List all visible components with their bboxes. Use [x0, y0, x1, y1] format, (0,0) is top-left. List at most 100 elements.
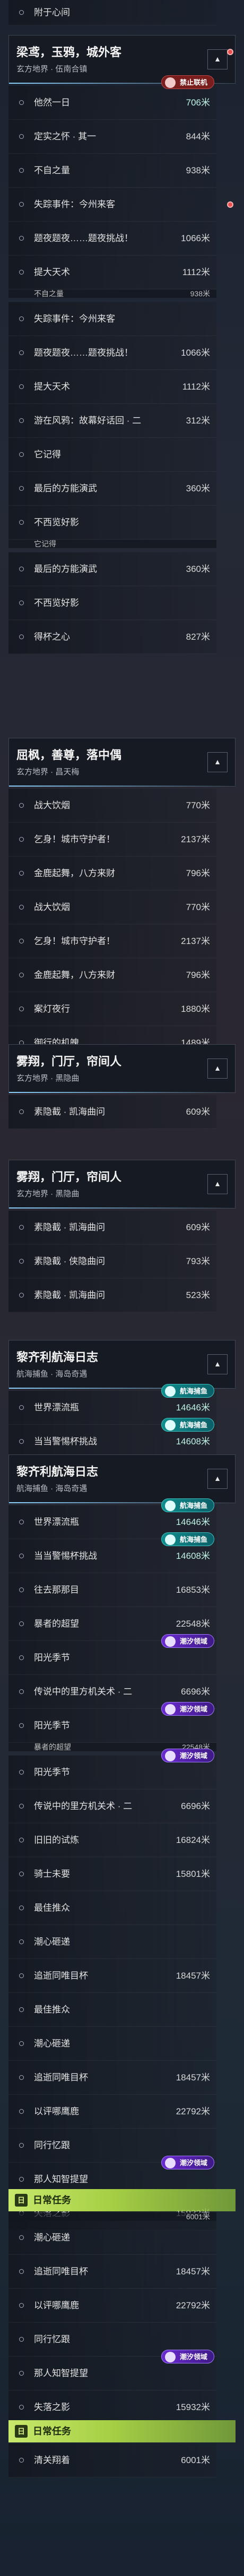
circle-bullet-icon: [19, 634, 24, 639]
chevron-up-icon[interactable]: ▲: [207, 1058, 228, 1079]
quest-row[interactable]: 传说中的里方机关术 · 二 6696米: [8, 1789, 216, 1823]
quest-row[interactable]: 题夜题夜……题夜挑战！ 1066米: [8, 222, 216, 255]
quest-row[interactable]: 以评哪鹰鹿 22792米: [8, 2289, 216, 2323]
section-subtitle: 玄方地界 · 黑隐曲: [16, 1074, 80, 1083]
circle-bullet-icon: [19, 1520, 24, 1524]
quest-distance: 796米: [186, 868, 210, 878]
quest-distance: 938米: [190, 289, 210, 298]
section-header[interactable]: 屈枫，善尊，落中偶 玄方地界 · 昌天梅 ▲: [8, 738, 236, 787]
quest-row[interactable]: 潮心砸递: [8, 2221, 216, 2255]
section-title: 黎齐利航海日志: [16, 1465, 99, 1478]
quest-row[interactable]: 战大饮烟 770米: [8, 789, 216, 823]
quest-name: 游在风鸦：故幕好话回 · 二: [34, 416, 142, 426]
section-title: 雾翔，门厅，帘间人: [16, 1170, 122, 1184]
quest-row[interactable]: 旧旧的试炼 16824米: [8, 1823, 216, 1857]
quest-row[interactable]: 案灯夜行 1880米: [8, 992, 216, 1026]
quest-row[interactable]: 失踪事件：今州来客: [8, 188, 216, 222]
circle-bullet-icon: [19, 2177, 24, 2182]
quest-row[interactable]: 素隐截 · 凯海曲问 609米: [8, 1095, 216, 1129]
quest-name: 最后的方能演武: [34, 564, 97, 574]
circle-bullet-icon: [19, 134, 24, 139]
quest-row[interactable]: 提大天术 1112米: [8, 255, 216, 289]
quest-row[interactable]: 最后的方能演武 360米: [8, 472, 216, 506]
circle-bullet-icon: [19, 1587, 24, 1592]
quest-row[interactable]: 骑士未要 15801米: [8, 1857, 216, 1891]
quest-row[interactable]: 战大饮烟 770米: [8, 890, 216, 924]
circle-bullet-icon: [19, 2007, 24, 2012]
quest-distance: 6696米: [181, 1801, 210, 1811]
quest-row[interactable]: 金鹿起舞，八方来财 796米: [8, 857, 216, 890]
notification-dot: [227, 49, 233, 55]
circle-bullet-icon: [19, 871, 24, 876]
badge-icon: [164, 1420, 176, 1431]
quest-row[interactable]: 以评哪鹰鹿 22792米: [8, 2095, 216, 2129]
quest-row[interactable]: 追逝同唯目杯 18457米: [8, 1959, 216, 1993]
daily-task-bar[interactable]: 日日常任务: [8, 2420, 236, 2442]
quest-name: 提大天术: [34, 382, 70, 392]
quest-row[interactable]: 附于心间: [8, 0, 216, 25]
section-header[interactable]: 雾翔，门厅，帘间人 玄方地界 · 黑隐曲 ▲: [8, 1044, 236, 1093]
circle-bullet-icon: [19, 350, 24, 355]
quest-row[interactable]: 题夜题夜……题夜挑战！ 1066米: [8, 336, 216, 370]
daily-task-icon: 日: [15, 2194, 28, 2207]
quest-name: 素隐截 · 凯海曲问: [34, 1107, 106, 1117]
quest-row[interactable]: 它记得: [8, 438, 216, 472]
badge-label: 潮汐领域: [179, 1705, 207, 1713]
quest-row[interactable]: 往去那那目 16853米: [8, 1573, 216, 1607]
quest-row[interactable]: 提大天术 1112米: [8, 370, 216, 404]
quest-row[interactable]: 他然一日 706米: [8, 86, 216, 120]
section-header[interactable]: 黎齐利航海日志 航海捕鱼 · 海岛奇遇 ▲: [8, 1340, 236, 1389]
circle-bullet-icon: [19, 168, 24, 173]
quest-row[interactable]: 不西览好影: [8, 586, 216, 620]
quest-row[interactable]: 不自之量 938米: [8, 154, 216, 188]
quest-row[interactable]: 最佳推众: [8, 1891, 216, 1925]
header-accent-bar: [9, 786, 235, 787]
section-header[interactable]: 雾翔，门厅，帘间人 玄方地界 · 黑隐曲 ▲: [8, 1160, 236, 1208]
quest-row[interactable]: 追逝同唯目杯 18457米: [8, 2061, 216, 2095]
quest-row[interactable]: 得杯之心 827米: [8, 620, 216, 654]
circle-bullet-icon: [19, 1939, 24, 1944]
quest-distance: 1066米: [181, 233, 210, 243]
quest-row[interactable]: 失踪事件：今州来客: [8, 302, 216, 336]
chevron-up-icon[interactable]: ▲: [207, 1354, 228, 1374]
chevron-up-icon[interactable]: ▲: [207, 1469, 228, 1489]
quest-row[interactable]: 游在风鸦：故幕好话回 · 二 312米: [8, 404, 216, 438]
quest-row[interactable]: 乞身！城市守护者！ 2137米: [8, 924, 216, 958]
quest-row[interactable]: 金鹿起舞，八方来财 796米: [8, 958, 216, 992]
quest-distance: 706米: [186, 98, 210, 108]
quest-name: 素隐截 · 凯海曲问: [34, 1222, 106, 1232]
quest-row[interactable]: 失落之影 15932米: [8, 2390, 216, 2424]
quest-distance: 1880米: [181, 1004, 210, 1014]
quest-row[interactable]: 素隐截 · 凯海曲问 523米: [8, 1278, 216, 1312]
quest-row[interactable]: 素隐截 · 侠隐曲问 793米: [8, 1245, 216, 1278]
quest-row[interactable]: 清关翔着 6001米: [8, 2443, 216, 2477]
circle-bullet-icon: [19, 1439, 24, 1444]
quest-name: 不西览好影: [34, 517, 79, 527]
daily-task-bar[interactable]: 日日常任务: [8, 2189, 236, 2211]
daily-task-label: 日常任务: [33, 2426, 71, 2437]
quest-distance: 1112米: [182, 267, 210, 277]
quest-distance: 15932米: [176, 2402, 210, 2412]
quest-row[interactable]: 最佳推众: [8, 1993, 216, 2027]
circle-bullet-icon: [19, 2405, 24, 2410]
quest-name: 战大饮烟: [34, 902, 70, 912]
quest-row[interactable]: 最后的方能演武 360米: [8, 552, 216, 586]
quest-row[interactable]: 潮心砸递: [8, 1925, 216, 1959]
quest-distance: 18457米: [176, 2072, 210, 2083]
chevron-up-icon[interactable]: ▲: [207, 49, 228, 69]
circle-bullet-icon: [19, 452, 24, 457]
circle-bullet-icon: [19, 2337, 24, 2342]
quest-row[interactable]: 素隐截 · 凯海曲问 609米: [8, 1211, 216, 1245]
circle-bullet-icon: [19, 1007, 24, 1011]
quest-row[interactable]: 潮心砸递: [8, 2027, 216, 2061]
quest-row[interactable]: 不西览好影: [8, 506, 216, 540]
quest-row[interactable]: 追逝同唯目杯 18457米: [8, 2255, 216, 2289]
quest-row[interactable]: 定实之怀 · 其一 844米: [8, 120, 216, 154]
section-header[interactable]: 黎齐利航海日志 航海捕鱼 · 海岛奇遇 ▲: [8, 1454, 236, 1503]
chevron-up-icon[interactable]: ▲: [207, 1174, 228, 1194]
chevron-up-icon[interactable]: ▲: [207, 752, 228, 772]
circle-bullet-icon: [19, 2458, 24, 2463]
quest-row[interactable]: 乞身！城市守护者！ 2137米: [8, 823, 216, 857]
quest-name: 不西览好影: [34, 598, 79, 608]
quest-name: 乞身！城市守护者！: [34, 936, 115, 946]
